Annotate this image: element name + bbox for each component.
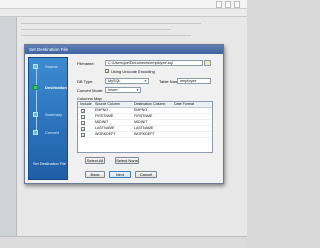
convert-mode-select[interactable]: Insert ▼ [105, 87, 141, 93]
destination-column-cell[interactable]: WORKDEPT [134, 132, 170, 137]
db-type-label: DB Type: [77, 79, 94, 84]
filename-input[interactable]: C:\Users\joe\Documents\employee.sql [105, 60, 203, 66]
columns-map-grid: Include Source Column Destination Column… [77, 101, 213, 153]
destination-column-cell[interactable]: FIRSTNME [134, 114, 170, 119]
source-column-cell: LASTNAME [95, 126, 115, 130]
destination-column-cell[interactable]: LASTNAME [134, 126, 170, 131]
filename-label: Filename: [77, 61, 95, 66]
close-icon[interactable] [234, 1, 240, 8]
include-checkbox[interactable]: ✓ [81, 120, 85, 125]
next-button[interactable]: Next [109, 171, 131, 178]
wizard-steps-panel: Source Destination Summary Convert Set D… [28, 57, 68, 180]
include-checkbox[interactable]: ✓ [81, 132, 85, 137]
table-row[interactable]: ✓ WORKDEPT WORKDEPT [78, 132, 212, 138]
column-header-date-format[interactable]: Date Format [174, 102, 204, 107]
step-marker-icon [33, 130, 38, 135]
minimize-icon[interactable] [216, 1, 222, 8]
back-button[interactable]: Back [85, 171, 105, 178]
column-header-destination[interactable]: Destination Column [134, 102, 170, 107]
include-checkbox[interactable]: ✓ [81, 114, 85, 119]
source-column-cell: MIDINIT [95, 120, 109, 124]
step-marker-icon [33, 64, 38, 69]
source-column-cell: WORKDEPT [95, 132, 116, 136]
table-name-input[interactable]: employee [177, 78, 211, 84]
include-checkbox[interactable]: ✓ [81, 126, 85, 131]
wizard-caption: Set Destination File [33, 162, 66, 166]
select-none-button[interactable]: Select None [115, 157, 139, 164]
date-format-cell[interactable] [174, 126, 204, 131]
background-side-panel [0, 17, 17, 247]
date-format-cell[interactable] [174, 120, 204, 125]
convert-mode-value: Insert [108, 88, 118, 92]
wizard-step-connector [36, 65, 37, 133]
step-current-icon [33, 85, 38, 90]
source-column-cell: EMPNO [95, 108, 109, 112]
date-format-cell[interactable] [174, 108, 204, 113]
chevron-down-icon[interactable]: ▼ [135, 88, 140, 92]
cancel-button[interactable]: Cancel [135, 171, 157, 178]
destination-column-cell[interactable]: MIDINIT [134, 120, 170, 125]
db-type-value: MySQL [108, 79, 121, 83]
date-format-cell[interactable] [174, 114, 204, 119]
chevron-down-icon[interactable]: ▼ [143, 79, 148, 83]
background-status-bar [0, 236, 247, 248]
unicode-checkbox[interactable]: ✓ [105, 69, 109, 74]
column-header-include[interactable]: Include [80, 102, 94, 107]
date-format-cell[interactable] [174, 132, 204, 137]
include-checkbox[interactable]: ✓ [81, 108, 85, 113]
background-toolbar [0, 9, 247, 17]
column-header-source[interactable]: Source Column [95, 102, 127, 107]
db-type-select[interactable]: MySQL ▼ [105, 78, 149, 84]
source-column-cell: FIRSTNME [95, 114, 114, 118]
maximize-icon[interactable] [225, 1, 231, 8]
destination-column-cell[interactable]: EMPNO [134, 108, 170, 113]
dialog-title: Set Destination File [25, 45, 223, 54]
browse-folder-icon[interactable] [204, 60, 211, 66]
step-marker-icon [33, 112, 38, 117]
background-window-titlebar [0, 0, 247, 9]
convert-mode-label: Convert Mode: [77, 88, 104, 93]
set-destination-dialog: Set Destination File Source Destination … [24, 44, 224, 184]
unicode-label: Using Unicode Encoding [111, 69, 155, 74]
select-all-button[interactable]: Select All [85, 157, 105, 164]
